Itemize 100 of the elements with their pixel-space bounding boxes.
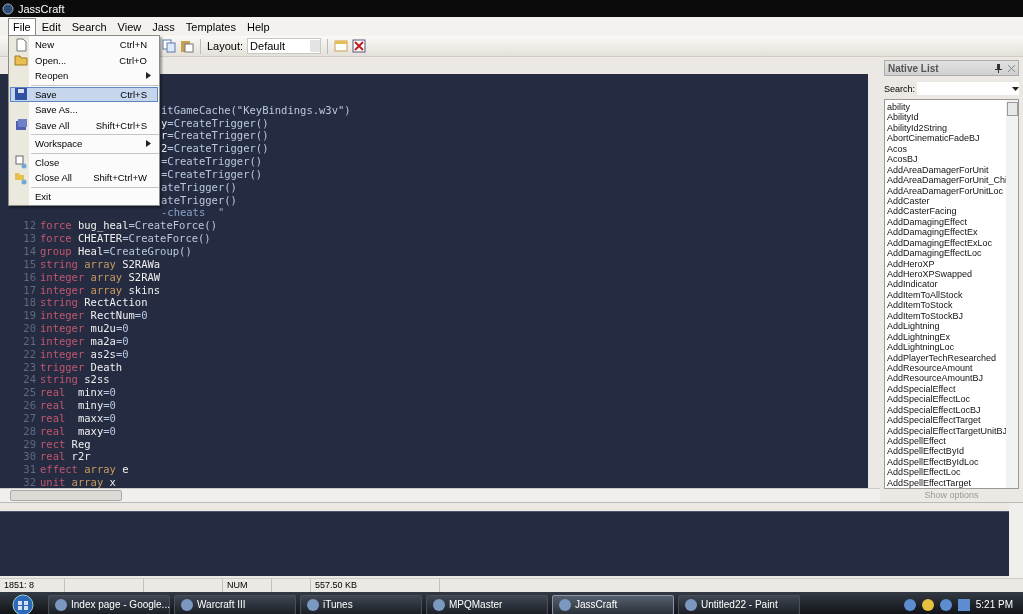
menu-item[interactable]: Open... Ctrl+O	[10, 52, 158, 68]
list-item[interactable]: AddAreaDamagerForUnitLoc	[887, 185, 1006, 196]
layout-dropdown[interactable]: Default	[247, 38, 322, 54]
dropdown-arrow-icon[interactable]	[1012, 86, 1019, 91]
line-number: 25	[22, 386, 37, 400]
list-item[interactable]: AddAreaDamagerForUnit_Chi	[887, 175, 1006, 186]
submenu-arrow-icon	[146, 72, 151, 80]
menu-item[interactable]: Jass	[147, 17, 180, 36]
menu-item[interactable]: Close All Shift+Ctrl+W	[10, 170, 158, 186]
list-item[interactable]: AddItemToStockBJ	[887, 310, 1006, 322]
list-item[interactable]: AddSpellEffectByIdLoc	[887, 456, 1006, 468]
line-number: 32	[22, 476, 37, 488]
search-field[interactable]	[917, 82, 1019, 95]
list-item[interactable]: AddLightningEx	[887, 331, 1006, 343]
list-item[interactable]: AcosBJ	[887, 154, 1006, 165]
list-item[interactable]: AddSpellEffectLoc	[887, 467, 1006, 478]
list-item[interactable]: AddLightning	[887, 321, 1006, 332]
vertical-scrollbar[interactable]	[1006, 100, 1018, 488]
tray-icon[interactable]	[939, 598, 952, 611]
close-icon[interactable]	[1008, 64, 1015, 72]
list-item[interactable]: AddResourceAmountBJ	[887, 373, 1006, 384]
taskbar-button[interactable]: Untitled22 - Paint	[678, 594, 800, 614]
menu-item[interactable]: Save Ctrl+S	[10, 86, 158, 102]
menu-item[interactable]: New Ctrl+N	[10, 37, 158, 53]
list-item[interactable]: AddHeroXPSwapped	[887, 269, 1006, 280]
menu-item[interactable]: Save As...	[10, 102, 158, 118]
line-number: 31	[22, 463, 37, 477]
menu-item[interactable]: Save All Shift+Ctrl+S	[10, 117, 158, 133]
panel-title: Native List	[888, 62, 939, 74]
list-item[interactable]: AddDamagingEffect	[887, 216, 1006, 228]
list-item[interactable]: AbortCinematicFadeBJ	[887, 133, 1006, 144]
menu-item[interactable]: Close	[10, 154, 158, 170]
menu-item[interactable]: View	[112, 17, 147, 36]
code-line: =CreateTrigger()	[161, 155, 263, 168]
code-line: effect array e	[40, 463, 129, 477]
list-item[interactable]: AddSpecialEffectLocBJ	[887, 404, 1006, 416]
code-line: integer ma2a=0	[40, 334, 129, 348]
taskbar-button[interactable]: JassCraft	[552, 594, 674, 614]
menu-item[interactable]: Workspace	[10, 136, 158, 152]
list-item[interactable]: AddResourceAmount	[887, 362, 1006, 374]
code-line: ateTrigger()	[161, 193, 237, 207]
vertical-scrollbar[interactable]	[1009, 503, 1023, 578]
tray-icon[interactable]	[903, 598, 916, 611]
list-item[interactable]: AddSpecialEffectLoc	[887, 394, 1006, 405]
list-item[interactable]: AddIndicator	[887, 279, 1006, 290]
menu-item[interactable]: Search	[66, 17, 112, 36]
list-item[interactable]: AddSpecialEffect	[887, 383, 1006, 395]
list-item[interactable]: AddCaster	[887, 195, 1006, 207]
list-item[interactable]: AddHeroXP	[887, 258, 1006, 269]
line-number: 30	[22, 450, 37, 464]
list-item[interactable]: AddPlayerTechResearched	[887, 352, 1006, 363]
code-line: -cheats "	[161, 206, 225, 220]
list-item[interactable]: AddDamagingEffectExLoc	[887, 237, 1006, 249]
menu-item[interactable]: Templates	[180, 17, 241, 36]
tray-icon[interactable]	[921, 598, 934, 611]
line-number: 23	[22, 360, 37, 374]
list-item[interactable]: AddSpellEffectById	[887, 446, 1006, 457]
taskbar-button[interactable]: MPQMaster	[426, 594, 548, 614]
code-line: ateTrigger()	[161, 180, 237, 194]
code-editor[interactable]	[0, 74, 868, 488]
menu-item[interactable]: Edit	[36, 17, 66, 36]
list-item[interactable]: AddDamagingEffectLoc	[887, 248, 1006, 259]
list-item[interactable]: AddCasterFacing	[887, 206, 1006, 217]
code-line: group Heal=CreateGroup()	[40, 244, 192, 258]
list-item[interactable]: AddAreaDamagerForUnit	[887, 164, 1006, 176]
code-line: integer RectNum=0	[40, 309, 148, 323]
horizontal-scrollbar[interactable]	[0, 488, 880, 502]
line-number: 13	[22, 232, 37, 245]
line-number: 15	[22, 257, 37, 271]
code-line: force bug_heal=CreateForce()	[40, 219, 218, 233]
line-number: 16	[22, 270, 37, 284]
list-item[interactable]: AddSpellEffect	[887, 436, 1006, 447]
menu-item[interactable]: File	[8, 17, 36, 36]
window-title: JassCraft	[18, 2, 65, 15]
taskbar-button[interactable]: iTunes	[300, 594, 422, 614]
list-item[interactable]: AddSpecialEffectTarget	[887, 415, 1006, 426]
close-window-icon[interactable]	[352, 39, 367, 53]
paste-icon[interactable]	[180, 39, 194, 53]
menu-item[interactable]: Help	[242, 17, 275, 36]
taskbar-button[interactable]: Index page - Google...	[48, 594, 170, 614]
pin-icon[interactable]	[995, 63, 1002, 73]
list-item[interactable]: ability	[887, 102, 1006, 113]
list-item[interactable]: AbilityId2String	[887, 122, 1006, 134]
menu-item[interactable]: Reopen	[10, 68, 158, 84]
list-item[interactable]: AddSpellEffectTarget	[887, 477, 1006, 488]
menu-item[interactable]: Exit	[10, 188, 158, 204]
layout-label: Layout:	[207, 40, 244, 52]
list-item[interactable]: AbilityId	[887, 112, 1006, 123]
code-line: real r2r	[40, 450, 91, 464]
list-item[interactable]: AddSpecialEffectTargetUnitBJ	[887, 425, 1006, 436]
list-item[interactable]: AddLightningLoc	[887, 342, 1006, 353]
list-item[interactable]: AddItemToStock	[887, 300, 1006, 311]
taskbar-button[interactable]: Warcraft III	[174, 594, 296, 614]
list-item[interactable]: AddItemToAllStock	[887, 289, 1006, 301]
copy-icon[interactable]	[162, 39, 176, 53]
line-number: 24	[22, 373, 37, 387]
code-line: trigger Death	[40, 360, 123, 374]
list-item[interactable]: AddDamagingEffectEx	[887, 227, 1006, 238]
line-number: 12	[22, 219, 37, 233]
list-item[interactable]: Acos	[887, 143, 1006, 155]
